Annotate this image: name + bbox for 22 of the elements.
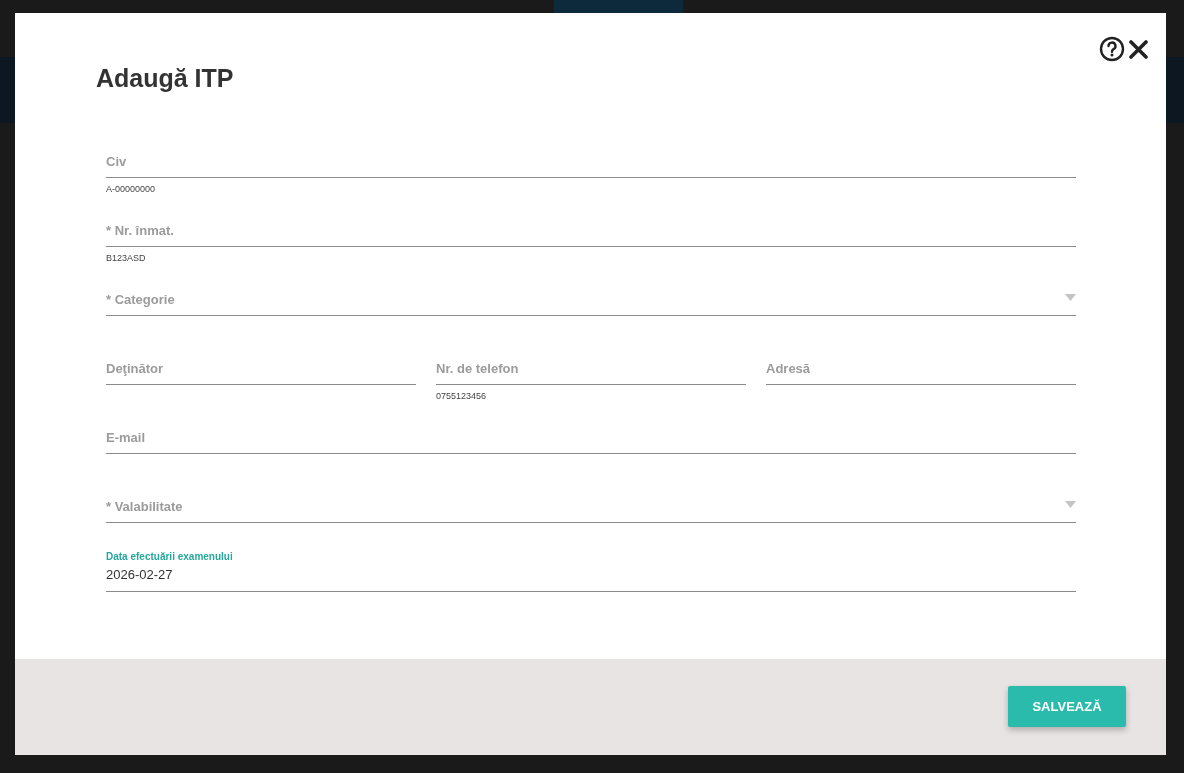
input-field[interactable]: Adresă xyxy=(766,353,1076,385)
close-icon[interactable] xyxy=(1129,39,1148,59)
input-field[interactable]: * Nr. înmat. xyxy=(106,215,1076,247)
select-field[interactable]: * Categorie xyxy=(106,284,1076,316)
hint-text: 0755123456 xyxy=(436,391,487,401)
input-field[interactable]: E-mail xyxy=(106,422,1076,454)
dropdown-caret-icon xyxy=(1065,294,1076,301)
dropdown-caret-icon xyxy=(1065,501,1076,508)
hint-text: A-00000000 xyxy=(106,184,156,194)
field-label: * Valabilitate xyxy=(106,499,183,514)
help-icon[interactable] xyxy=(1099,36,1125,62)
field-value: 2026-02-27 xyxy=(106,567,173,582)
hint-text: B123ASD xyxy=(106,253,146,263)
date-field[interactable]: Data efectuării examenului 2026-02-27 xyxy=(106,546,1076,592)
input-field[interactable]: Nr. de telefon xyxy=(436,353,746,385)
field-label: * Categorie xyxy=(106,292,175,307)
select-field[interactable]: * Valabilitate xyxy=(106,491,1076,523)
dialog-title: Adaugă ITP xyxy=(96,63,235,94)
input-field[interactable]: Deţinător xyxy=(106,353,416,385)
input-field[interactable]: Civ xyxy=(106,146,1076,178)
field-label: Data efectuării examenului xyxy=(106,551,233,562)
save-button[interactable]: SALVEAZĂ xyxy=(1008,686,1126,727)
